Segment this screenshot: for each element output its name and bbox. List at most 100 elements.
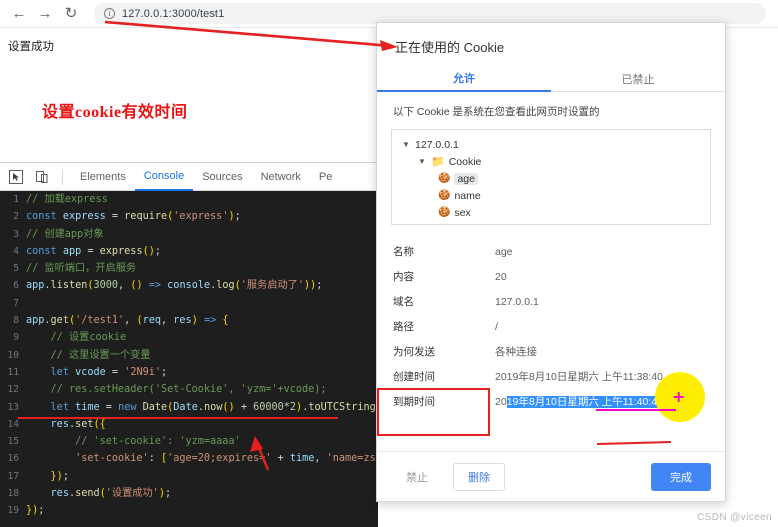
code-line: 13 let time = new Date(Date.now() + 6000…: [0, 399, 378, 416]
cookie-tree[interactable]: ▼ 127.0.0.1 ▼ 📁 Cookie 🍪 age 🍪 name 🍪 se…: [391, 129, 711, 225]
code-text: const express = require('express');: [26, 211, 241, 223]
tab-console[interactable]: Console: [134, 163, 194, 191]
line-number: 18: [7, 488, 19, 500]
annotation-label-cookie-expiry: 设置cookie有效时间: [42, 104, 188, 121]
code-text: app.listen(3000, () => console.log('服务启动…: [26, 280, 323, 292]
triangle-down-icon[interactable]: ▼: [402, 140, 411, 149]
code-text: let vcode = '2N9i';: [50, 366, 168, 378]
cookie-name-label: age: [454, 172, 478, 185]
done-button[interactable]: 完成: [651, 462, 711, 491]
code-text: // 创建app对象: [26, 228, 104, 240]
back-icon[interactable]: ←: [6, 1, 32, 27]
page-body-text: 设置成功: [8, 41, 54, 53]
tree-item-cookie-sex[interactable]: 🍪 sex: [400, 204, 702, 221]
reload-icon[interactable]: ↻: [58, 1, 84, 27]
cookie-icon: 🍪: [438, 173, 451, 184]
detail-value[interactable]: 127.0.0.1: [495, 296, 539, 308]
tree-item-cookie-age[interactable]: 🍪 age: [400, 170, 702, 187]
code-editor[interactable]: 1 // 加载express 2 const express = require('e…: [0, 191, 378, 527]
code-line: 8 app.get('/test1', (req, res) => {: [0, 312, 378, 329]
code-text: // 这里设置一个变量: [50, 349, 151, 361]
tab-performance[interactable]: Pe: [310, 163, 341, 191]
cookie-detail-row: 名称 age: [377, 239, 725, 264]
detail-value[interactable]: /: [495, 321, 498, 333]
devtools-toolbar: Elements Console Sources Network Pe: [0, 163, 378, 191]
screenshot-root: ← → ↻ i 127.0.0.1:3000/test1 设置成功 设置cook…: [0, 0, 778, 527]
detail-label: 名称: [393, 246, 414, 258]
code-text: const app = express();: [26, 245, 161, 257]
code-line: 1 // 加载express: [0, 191, 378, 208]
cookie-icon: 🍪: [438, 190, 451, 201]
detail-value[interactable]: 2019年8月10日星期六 上午11:38:40: [495, 369, 663, 384]
code-line: 15 // 'set-cookie': 'yzm=aaaa': [0, 433, 378, 450]
code-text: // 监听端口，开启服务: [26, 263, 137, 275]
line-number: 19: [7, 505, 19, 517]
code-line: 16 'set-cookie': ['age=20;expires=' + ti…: [0, 450, 378, 467]
forward-icon[interactable]: →: [32, 1, 58, 27]
code-line: 5 // 监听端口，开启服务: [0, 260, 378, 277]
detail-label: 到期时间: [393, 396, 435, 408]
detail-label: 为何发送: [393, 346, 435, 358]
tab-allowed[interactable]: 允许: [377, 66, 551, 92]
code-line: 2 const express = require('express');: [0, 208, 378, 225]
code-text: res.send('设置成功');: [50, 488, 172, 500]
code-line: 17 });: [0, 468, 378, 485]
code-text: let time = new Date(Date.now() + 60000*2…: [50, 401, 378, 413]
detail-value[interactable]: 20: [495, 271, 507, 283]
cookie-detail-row: 为何发送 各种连接: [377, 339, 725, 364]
detail-value[interactable]: age: [495, 246, 513, 258]
detail-label: 路径: [393, 321, 414, 333]
line-number: 6: [13, 280, 19, 292]
cookie-name-label: sex: [454, 206, 471, 219]
dialog-title: 正在使用的 Cookie: [395, 40, 505, 55]
line-number: 13: [7, 401, 19, 413]
code-text: app.get('/test1', (req, res) => {: [26, 315, 229, 327]
tree-node-host[interactable]: ▼ 127.0.0.1: [400, 136, 702, 153]
line-number: 5: [13, 263, 19, 275]
delete-button[interactable]: 删除: [453, 462, 505, 491]
code-line: 10 // 这里设置一个变量: [0, 347, 378, 364]
tab-network[interactable]: Network: [252, 163, 310, 191]
line-number: 15: [7, 436, 19, 448]
tab-sources[interactable]: Sources: [193, 163, 251, 191]
folder-icon: 📁: [431, 156, 445, 168]
address-bar[interactable]: i 127.0.0.1:3000/test1: [94, 3, 766, 24]
info-icon[interactable]: i: [104, 8, 115, 19]
block-button[interactable]: 禁止: [391, 462, 443, 491]
detail-label: 内容: [393, 271, 414, 283]
code-line: 19});: [0, 502, 378, 519]
code-line: 3 // 创建app对象: [0, 226, 378, 243]
devtools-tabs: Elements Console Sources Network Pe: [71, 163, 341, 191]
dialog-footer: 禁止 删除 完成: [377, 451, 725, 501]
line-number: 12: [7, 384, 19, 396]
tab-blocked[interactable]: 已禁止: [551, 66, 725, 92]
code-line: 18 res.send('设置成功');: [0, 485, 378, 502]
device-toolbar-icon[interactable]: [30, 166, 54, 188]
url-text[interactable]: 127.0.0.1:3000/test1: [122, 8, 224, 20]
toolbar-divider: [62, 168, 63, 185]
code-line: 9 // 设置cookie: [0, 329, 378, 346]
code-text: // 设置cookie: [50, 332, 127, 344]
detail-label: 域名: [393, 296, 414, 308]
mouse-cursor-plus-icon: +: [672, 387, 686, 406]
tree-node-host-label: 127.0.0.1: [415, 138, 459, 151]
triangle-down-icon[interactable]: ▼: [418, 157, 427, 166]
line-number: 2: [13, 211, 19, 223]
line-number: 16: [7, 453, 19, 465]
detail-value[interactable]: 各种连接: [495, 344, 537, 359]
code-text: // 加载express: [26, 194, 108, 205]
watermark: CSDN @viceen: [697, 512, 772, 523]
inspect-element-icon[interactable]: [4, 166, 28, 188]
code-line: 12 // res.setHeader('Set-Cookie', 'yzm='…: [0, 381, 378, 398]
line-number: 7: [13, 297, 19, 309]
tree-node-cookie-folder[interactable]: ▼ 📁 Cookie: [400, 153, 702, 170]
detail-value[interactable]: 2019年8月10日星期六 上午11:40:40: [495, 394, 663, 409]
code-text: // res.setHeader('Set-Cookie', 'yzm='+vc…: [50, 384, 327, 396]
code-line: 4 const app = express();: [0, 243, 378, 260]
cookie-detail-row: 域名 127.0.0.1: [377, 289, 725, 314]
tab-elements[interactable]: Elements: [71, 163, 135, 191]
dialog-tabs: 允许 已禁止: [377, 66, 725, 92]
tree-item-cookie-name[interactable]: 🍪 name: [400, 187, 702, 204]
annotation-underline-created-time: [596, 409, 676, 411]
